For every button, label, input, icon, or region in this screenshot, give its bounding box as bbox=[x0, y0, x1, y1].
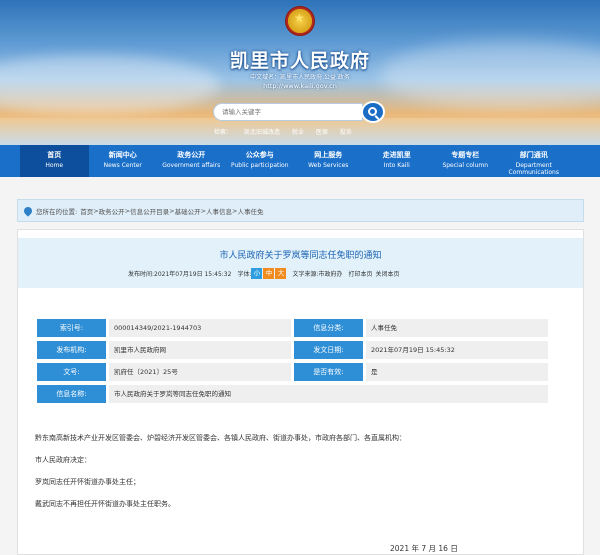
breadcrumb-prefix: 您所在的位置: bbox=[36, 208, 78, 216]
issue-date-value: 2021年07月19日 15:45:32 bbox=[366, 341, 548, 359]
article-body: 黔东南高新技术产业开发区管委会、炉碧经济开发区管委会、各镇人民政府、街道办事处，… bbox=[35, 433, 565, 521]
publish-time-label: 发布时间: bbox=[128, 271, 155, 278]
nav-item-news-center[interactable]: 新闻中心 News Center bbox=[89, 145, 158, 177]
category-value: 人事任免 bbox=[366, 319, 548, 337]
header-banner: ★ 凯里市人民政府 中文域名：凯里市人民政府.公益.政务 http://www.… bbox=[0, 0, 600, 145]
body-paragraph: 市人民政府决定： bbox=[35, 456, 91, 464]
site-subtitle: 中文域名：凯里市人民政府.公益.政务 bbox=[250, 74, 350, 81]
info-name-label: 信息名称: bbox=[37, 385, 106, 403]
search-box bbox=[213, 103, 363, 121]
sign-date: 2021 年 7 月 16 日 bbox=[390, 544, 458, 553]
recipients-paragraph: 黔东南高新技术产业开发区管委会、炉碧经济开发区管委会、各镇人民政府、街道办事处，… bbox=[35, 434, 406, 442]
article-panel: 市人民政府关于罗岚等同志任免职的通知 发布时间: 2021年07月19日 15:… bbox=[17, 229, 584, 555]
breadcrumb-item-gov-affairs[interactable]: 政务公开 bbox=[99, 206, 125, 216]
font-size-label: 字体: bbox=[237, 271, 252, 278]
nav-item-special-column[interactable]: 专题专栏 Special column bbox=[431, 145, 500, 177]
nav-item-public-participation[interactable]: 公众参与 Public participation bbox=[226, 145, 295, 177]
breadcrumb-bar: 您所在的位置: 首页 > 政务公开 > 信息公开目录 > 基础公开 > 人事信息… bbox=[17, 199, 584, 222]
font-size-large-button[interactable]: 大 bbox=[275, 268, 287, 279]
nav-item-home[interactable]: 首页 Home bbox=[20, 145, 89, 177]
body-paragraph: 戴武同志不再担任开怀街道办事处主任职务。 bbox=[35, 500, 175, 508]
hot-link[interactable]: 医保 bbox=[316, 129, 328, 136]
index-no-value: 000014349/2021-1944703 bbox=[109, 319, 291, 337]
index-no-label: 索引号: bbox=[37, 319, 106, 337]
breadcrumb-item-personnel-info[interactable]: 人事信息 bbox=[206, 206, 232, 216]
category-label: 信息分类: bbox=[294, 319, 363, 337]
info-row: 索引号: 000014349/2021-1944703 信息分类: 人事任免 bbox=[37, 319, 568, 337]
hot-link[interactable]: 投诉 bbox=[340, 129, 352, 136]
source-value: 市政府办 bbox=[318, 271, 343, 278]
article-header: 市人民政府关于罗岚等同志任免职的通知 发布时间: 2021年07月19日 15:… bbox=[18, 238, 583, 288]
hot-link[interactable]: 凯北旧城改造 bbox=[244, 129, 280, 136]
info-table: 索引号: 000014349/2021-1944703 信息分类: 人事任免 发… bbox=[37, 319, 568, 407]
info-row: 发布机构: 凯里市人民政府网 发文日期: 2021年07月19日 15:45:3… bbox=[37, 341, 568, 359]
article-meta: 发布时间: 2021年07月19日 15:45:32 字体: 小 中 大 文字来… bbox=[128, 268, 400, 279]
location-pin-icon bbox=[22, 205, 34, 217]
cloud-decoration bbox=[380, 40, 600, 110]
font-size-medium-button[interactable]: 中 bbox=[263, 268, 275, 279]
nav-item-department-communications[interactable]: 部门通讯 Department Communications bbox=[500, 145, 569, 177]
breadcrumb-item-basic[interactable]: 基础公开 bbox=[175, 206, 201, 216]
source-label: 文字来源: bbox=[292, 271, 319, 278]
site-url[interactable]: http://www.kaili.gov.cn bbox=[200, 82, 400, 90]
print-page-link[interactable]: 打印本页 bbox=[349, 269, 373, 278]
article-title: 市人民政府关于罗岚等同志任免职的通知 bbox=[219, 251, 382, 261]
breadcrumb-item-catalog[interactable]: 信息公开目录 bbox=[130, 206, 169, 216]
valid-label: 是否有效: bbox=[294, 363, 363, 381]
publish-time: 2021年07月19日 15:45:32 bbox=[154, 271, 232, 278]
nav-item-into-kaili[interactable]: 走进凯里 Into Kaili bbox=[363, 145, 432, 177]
breadcrumb-item-appointments[interactable]: 人事任免 bbox=[237, 206, 263, 216]
doc-no-value: 凯府任〔2021〕25号 bbox=[109, 363, 291, 381]
issuer-label: 发布机构: bbox=[37, 341, 106, 359]
search-button[interactable] bbox=[361, 101, 385, 123]
valid-value: 是 bbox=[366, 363, 548, 381]
font-size-small-button[interactable]: 小 bbox=[251, 268, 263, 279]
nav-item-government-affairs[interactable]: 政务公开 Government affairs bbox=[157, 145, 226, 177]
info-row: 信息名称: 市人民政府关于罗岚等同志任免职的通知 bbox=[37, 385, 568, 403]
hot-link[interactable]: 就业 bbox=[292, 129, 304, 136]
close-page-link[interactable]: 关闭本页 bbox=[376, 269, 400, 278]
breadcrumb-item-home[interactable]: 首页 bbox=[80, 206, 93, 216]
main-nav: 首页 Home 新闻中心 News Center 政务公开 Government… bbox=[0, 145, 600, 177]
breadcrumb: 您所在的位置: 首页 > 政务公开 > 信息公开目录 > 基础公开 > 人事信息… bbox=[22, 205, 263, 217]
national-emblem-icon: ★ bbox=[285, 6, 315, 36]
issuer-value: 凯里市人民政府网 bbox=[109, 341, 291, 359]
hot-search-links: 检索： 凯北旧城改造 就业 医保 投诉 bbox=[214, 127, 362, 136]
cloud-decoration bbox=[0, 55, 220, 115]
issue-date-label: 发文日期: bbox=[294, 341, 363, 359]
nav-item-web-services[interactable]: 网上服务 Web Services bbox=[294, 145, 363, 177]
info-row: 文号: 凯府任〔2021〕25号 是否有效: 是 bbox=[37, 363, 568, 381]
info-name-value: 市人民政府关于罗岚等同志任免职的通知 bbox=[109, 385, 548, 403]
site-title: 凯里市人民政府 bbox=[229, 50, 370, 72]
doc-no-label: 文号: bbox=[37, 363, 106, 381]
search-input[interactable] bbox=[222, 104, 362, 120]
body-paragraph: 罗岚同志任开怀街道办事处主任； bbox=[35, 478, 140, 486]
hot-search-label: 检索： bbox=[214, 129, 233, 136]
